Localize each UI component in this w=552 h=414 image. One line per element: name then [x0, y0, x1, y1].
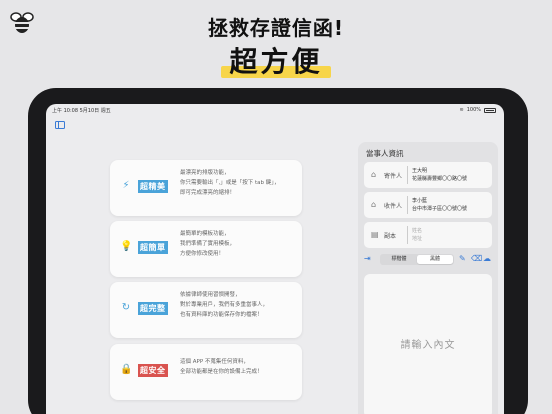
feature-desc-line: 依據律師使用習慣開發，: [180, 292, 241, 298]
feature-badge: 超完整: [138, 302, 168, 315]
cc-name-placeholder: 姓名: [412, 228, 423, 234]
lightbulb-icon: 💡: [120, 241, 133, 252]
party-info-panel: 當事人資訊 ⌂ 寄件人 王大明 花蓮縣壽豐鄉〇〇路〇號 ⌂ 收件人 李小藍 台中…: [358, 142, 498, 414]
segment-kaiti[interactable]: 標楷體: [381, 255, 417, 264]
archive-icon: ▤: [371, 230, 379, 239]
refresh-icon: ↻: [121, 302, 131, 313]
subheadline: 超方便: [221, 40, 331, 80]
app-screen: 上午 10:08 5月10日 週五 ≋ 100% ⚡ 超精美 最漂亮的排版功能，…: [46, 104, 504, 414]
cloud-icon[interactable]: ☁: [483, 254, 491, 263]
feature-card-4: 🔒 超安全 這個 APP 不蒐集任何資料， 全部功能都是在你的設備上完成！: [110, 344, 302, 400]
headline: 拯救存證信函!: [207, 16, 345, 40]
feature-desc-line: 最漂亮的排版功能，: [180, 170, 230, 176]
feature-card-2: 💡 超簡單 最簡單的模板功能， 我們準備了實用模板， 方便你修改使用！: [110, 221, 302, 277]
feature-card-1: ⚡ 超精美 最漂亮的排版功能， 你只需要輸出「,」或是「按下 tab 鍵」， 即…: [110, 160, 302, 216]
eraser-icon[interactable]: ⌫: [471, 254, 482, 263]
feature-desc-line: 全部功能都是在你的設備上完成！: [180, 369, 263, 375]
feature-desc-line: 我們準備了實用模板，: [180, 241, 236, 247]
feature-desc-line: 最簡單的模板功能，: [180, 231, 230, 237]
feature-desc-line: 你只需要輸出「,」或是「按下 tab 鍵」，: [180, 180, 280, 186]
recipient-field[interactable]: ⌂ 收件人 李小藍 台中市潭子區〇〇號〇號: [364, 192, 492, 218]
battery-percent: 100%: [466, 107, 481, 113]
sender-label: 寄件人: [384, 173, 403, 180]
segment-heiti[interactable]: 黑體: [417, 255, 453, 264]
wifi-icon: ≋: [459, 107, 464, 113]
recipient-address: 台中市潭子區〇〇號〇號: [412, 206, 468, 212]
content-textarea[interactable]: 請輸入內文: [364, 274, 492, 414]
feature-badge: 超精美: [138, 180, 168, 193]
feature-desc-line: 方便你修改使用！: [180, 251, 225, 257]
feature-badge: 超簡單: [138, 241, 168, 254]
recipient-name: 李小藍: [412, 198, 428, 204]
inbox-icon: ⌂: [371, 200, 377, 209]
sender-field[interactable]: ⌂ 寄件人 王大明 花蓮縣壽豐鄉〇〇路〇號: [364, 162, 492, 188]
panel-title: 當事人資訊: [366, 149, 404, 158]
editor-toolbar: ⇥ 標楷體 黑體 ✎ ⌫ ☁: [364, 254, 494, 266]
feature-desc-line: 這個 APP 不蒐集任何資料，: [180, 359, 249, 365]
font-segmented-control: 標楷體 黑體: [380, 254, 454, 265]
feature-desc-line: 即可完成漂亮的縮排！: [180, 190, 236, 196]
feature-desc-line: 對於專業用戶，我們有多重當事人，: [180, 302, 269, 308]
feature-desc-line: 也有資料庫的功能保存你的檔案！: [180, 312, 263, 318]
sender-name: 王大明: [412, 168, 428, 174]
sender-address: 花蓮縣壽豐鄉〇〇路〇號: [412, 176, 468, 182]
status-bar: 上午 10:08 5月10日 週五 ≋ 100%: [46, 104, 504, 116]
outbox-icon: ⌂: [371, 170, 377, 179]
lock-icon: 🔒: [120, 364, 133, 375]
status-time-date: 上午 10:08 5月10日 週五: [52, 108, 111, 114]
battery-icon: [484, 107, 496, 113]
feature-card-3: ↻ 超完整 依據律師使用習慣開發， 對於專業用戶，我們有多重當事人， 也有資料庫…: [110, 282, 302, 338]
cc-field[interactable]: ▤ 副本 姓名 地址: [364, 222, 492, 248]
feature-badge: 超安全: [138, 364, 168, 377]
indent-icon[interactable]: ⇥: [364, 254, 371, 263]
cc-label: 副本: [384, 233, 397, 240]
sidebar-toggle-icon[interactable]: [55, 121, 65, 129]
magic-wand-icon: ⚡: [122, 180, 130, 191]
recipient-label: 收件人: [384, 203, 403, 210]
content-placeholder: 請輸入內文: [400, 340, 456, 351]
edit-icon[interactable]: ✎: [459, 254, 466, 263]
cc-address-placeholder: 地址: [412, 236, 423, 242]
